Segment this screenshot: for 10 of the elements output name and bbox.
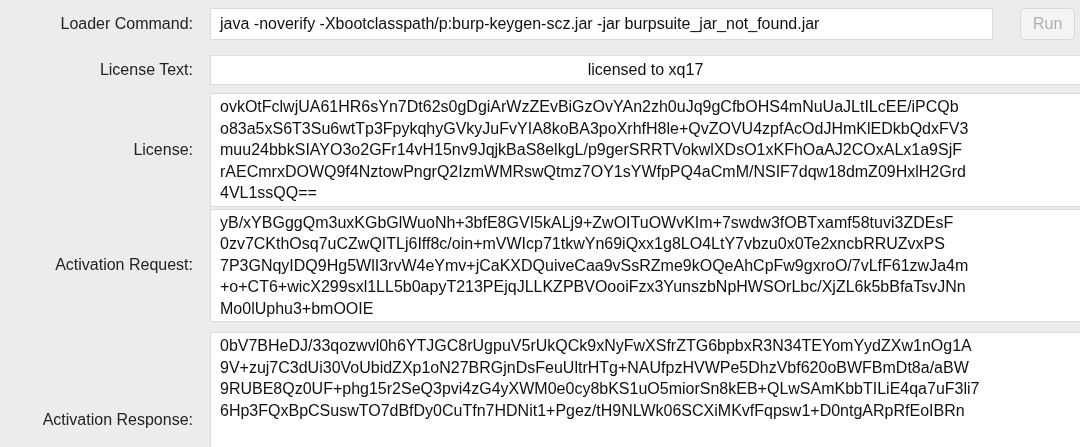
field-label: Activation Request: — [55, 256, 193, 275]
field-label: License: — [133, 140, 193, 159]
field-label: License Text: — [99, 61, 193, 79]
field-label: Loader Command: — [60, 15, 193, 33]
license-textarea[interactable]: ovkOtFclwjUA61HR6sYn7Dt62s0gDgiArWzZEvBiGzOvYAn2zh0uJq9gCfbOHS4mNuUaJLtILcEE/iPCQb o83a5xS6T3Su6wtTp3FpykqhyGVkyJuFvYIA8koBA3poXrhfH8le+QvZOVU4zpfAcOdJHmKlEDkbQdxFV3 muu24bbkSIAYO3o2GFr14vH15nv9JqjkBaS8elkgL/p9gerSRRTVokwlXDsO1xKFhOaAJ2COxALx1a9SjF rAECmrxDOWQ9f4NztowPngrQ2IzmWMRswQtmz7OY1sYWfpPQ4aCmM/NSIF7dqw18dmZ09HxlH2Grd 4VL1ssQQ== — [210, 93, 1080, 207]
field-label: Activation Response: — [42, 410, 193, 429]
loader-command-field[interactable]: java -noverify -Xbootclasspath/p:burp-keygen-scz.jar -jar burpsuite_jar_not_found.jar — [210, 8, 993, 40]
activation-request-textarea[interactable]: yB/xYBGggQm3uxKGbGlWuoNh+3bfE8GVI5kALj9+ZwOITuOWvKIm+7swdw3fOBTxamf58tuvi3ZDEsF 0zv7CKthOsq7uCZwQITLj6Iff8c/oin+mVWIcp71tkwYn69iQxx1g8LO4LtY7vbzu0x0Te2xncbRRUZvxPS 7P3GNqyIDQ9Hg5WlI3rvW4eYmv+jCaKXDQuiveCaa9vSsRZme9kOQeAhCpFw9gxroO/7vLfF61zwJa4m +o+CT6+wicX299sxl1LL5b0apyT213PEjqJLLKZPBVOooiFzx3YunszbNpHWSOrLbc/XjZL6k5bBfaTsvJNn Mo0lUphu3+bmOOIE — [210, 208, 1080, 322]
activation-response-textarea[interactable]: 0bV7BHeDJ/33qozwvl0h6YTJGC8rUgpuV5rUkQCk9xNyFwXSfrZTG6bpbxR3N34TEYomYydZXw1nOg1A 9V+zuj7C3dUi30VoUbidZXp1oN27BRGjnDsFeuUltrHTg+NAUfpzHVWPe5DhzVbf620oBWFBmDt8a/aBW 9RUBE8Qz0UF+phg15r2SeQ3pvi4zG4yXWM0e0cy8bKS1uO5miorSn8kEB+QLwSAmKbbTILiE4qa7uF3li7 6Hp3FQxBpCSuswTO7dBfDy0CuTfn7HDNit1+Pgez/tH9NLWk06SCXiMKvfFqpsw1+D0ntgARpRfEoIBRn — [210, 332, 1080, 447]
license-text-field[interactable]: licensed to xq17 — [210, 55, 1080, 85]
